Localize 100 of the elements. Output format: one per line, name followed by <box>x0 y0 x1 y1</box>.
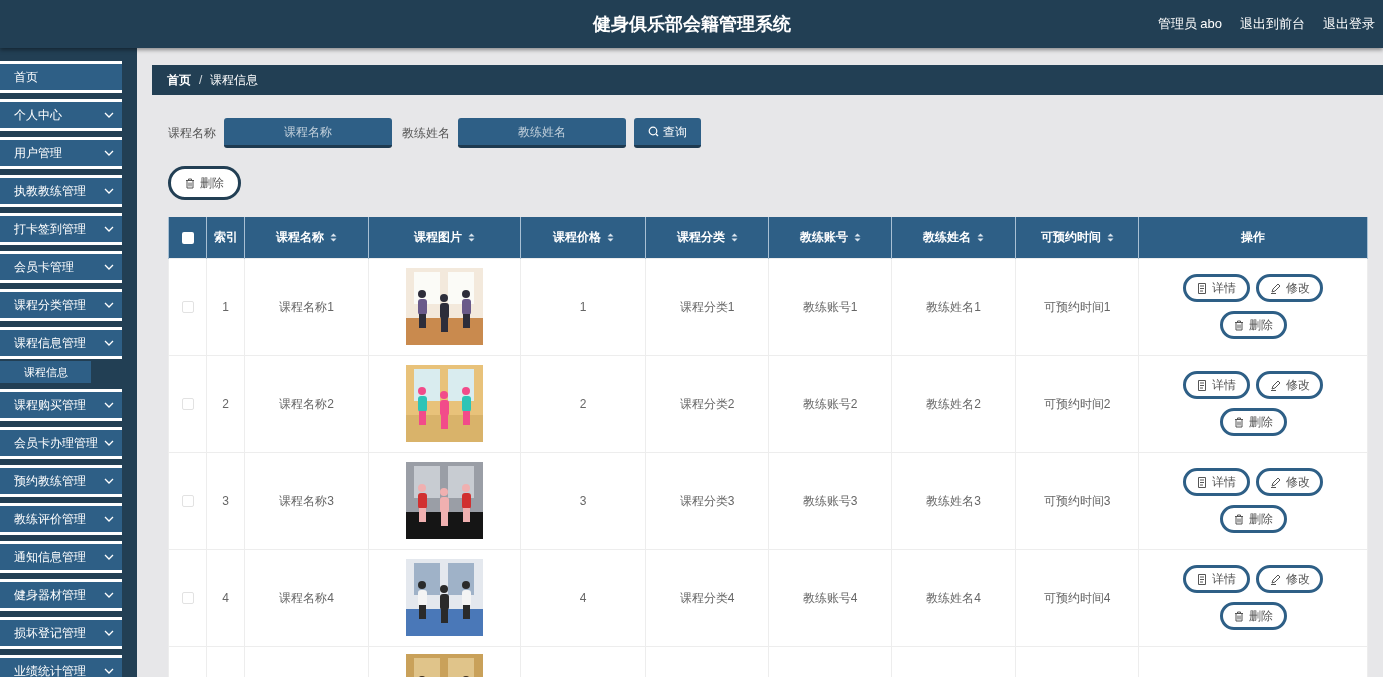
chevron-down-icon <box>104 516 114 522</box>
sidebar-item[interactable]: 执教教练管理 <box>0 175 122 207</box>
search-field[interactable]: 课程名称 <box>224 118 392 148</box>
sort-icon[interactable] <box>468 232 475 242</box>
sidebar-item[interactable]: 通知信息管理 <box>0 541 122 573</box>
table-cell: 课程分类3 <box>679 493 735 508</box>
column-header[interactable]: 课程图片 <box>414 228 462 247</box>
column-header[interactable]: 可预约时间 <box>1040 228 1101 247</box>
table-cell: 教练姓名3 <box>926 493 981 508</box>
checkbox[interactable] <box>181 592 194 605</box>
pencil-icon <box>1269 573 1281 585</box>
table-cell: 教练姓名1 <box>926 299 981 314</box>
sort-icon[interactable] <box>853 232 861 242</box>
document-icon <box>1197 282 1207 294</box>
search-field[interactable]: 教练姓名 <box>458 118 626 148</box>
sidebar-item[interactable]: 教练评价管理 <box>0 503 122 535</box>
chevron-down-icon <box>104 226 114 232</box>
sidebar-item[interactable]: 预约教练管理 <box>0 465 122 497</box>
table-cell: 课程分类1 <box>679 299 735 314</box>
edit-button[interactable]: 修改 <box>1256 274 1323 302</box>
table-cell: 课程分类2 <box>679 396 735 411</box>
table-cell: 教练账号2 <box>802 396 858 411</box>
edit-button[interactable]: 修改 <box>1256 565 1323 593</box>
table-cell: 教练账号1 <box>802 299 858 314</box>
table-cell: 1 <box>579 299 587 314</box>
chevron-down-icon <box>104 554 114 560</box>
table-cell: 可预约时间3 <box>1043 493 1111 508</box>
column-header[interactable]: 课程价格 <box>552 228 601 247</box>
column-header[interactable]: 教练账号 <box>799 228 848 247</box>
chevron-down-icon <box>104 592 114 598</box>
table-cell: 课程名称4 <box>279 590 334 605</box>
breadcrumb-link[interactable]: 首页 <box>167 71 191 89</box>
chevron-down-icon <box>104 188 114 194</box>
table-cell: 2 <box>222 396 229 411</box>
sort-icon[interactable] <box>730 232 738 242</box>
table-cell: 可预约时间4 <box>1043 590 1111 605</box>
edit-button[interactable]: 修改 <box>1256 468 1323 496</box>
pencil-icon <box>1269 379 1281 391</box>
delete-button[interactable]: 删除 <box>1219 602 1287 630</box>
detail-button[interactable]: 详情 <box>1183 274 1250 302</box>
sort-icon[interactable] <box>977 232 984 242</box>
table-cell: 可预约时间2 <box>1043 396 1111 411</box>
delete-button[interactable]: 删除 <box>1219 505 1287 533</box>
column-header: 索引 <box>213 229 238 247</box>
checkbox[interactable] <box>181 301 194 314</box>
trash-icon <box>1233 319 1244 331</box>
delete-button[interactable]: 删除 <box>1219 311 1287 339</box>
detail-button[interactable]: 详情 <box>1183 468 1250 496</box>
header-link[interactable]: 退出到前台 <box>1240 14 1305 34</box>
user-link[interactable]: 管理员 abo <box>1157 14 1222 34</box>
delete-button[interactable]: 删除 <box>168 166 241 200</box>
table-cell: 教练姓名4 <box>926 590 981 605</box>
sidebar-item[interactable]: 会员卡管理 <box>0 251 122 283</box>
search-icon <box>648 126 659 137</box>
chevron-down-icon <box>104 402 114 408</box>
sort-icon[interactable] <box>1106 232 1114 242</box>
chevron-down-icon <box>104 630 114 636</box>
document-icon <box>1197 573 1207 585</box>
table-cell: 3 <box>222 493 229 508</box>
detail-button[interactable]: 详情 <box>1183 371 1250 399</box>
sidebar-item[interactable]: 个人中心 <box>0 99 122 131</box>
trash-icon <box>1233 513 1244 525</box>
table-cell: 课程名称3 <box>279 493 334 508</box>
sidebar-item[interactable]: 损坏登记管理 <box>0 617 122 649</box>
table-cell: 可预约时间1 <box>1043 299 1111 314</box>
pencil-icon <box>1269 282 1281 294</box>
sidebar-item[interactable]: 打卡签到管理 <box>0 213 122 245</box>
sort-icon[interactable] <box>606 232 614 242</box>
sidebar-item[interactable]: 课程分类管理 <box>0 289 122 321</box>
sort-icon[interactable] <box>330 232 337 242</box>
document-icon <box>1197 379 1207 391</box>
trash-icon <box>1233 610 1244 622</box>
sidebar-item[interactable]: 课程信息管理 <box>0 327 122 359</box>
app-title: 健身俱乐部会籍管理系统 <box>592 12 791 36</box>
sidebar-subitem[interactable]: 课程信息 <box>0 361 91 383</box>
search-button[interactable]: 查询 <box>634 118 701 148</box>
column-header[interactable]: 教练姓名 <box>923 228 971 247</box>
sidebar-item[interactable]: 业绩统计管理 <box>0 655 122 677</box>
table-cell: 教练账号3 <box>802 493 858 508</box>
chevron-down-icon <box>104 302 114 308</box>
sidebar-item[interactable]: 首页 <box>0 61 122 93</box>
sidebar-item[interactable]: 会员卡办理管理 <box>0 427 122 459</box>
edit-button[interactable]: 修改 <box>1256 371 1323 399</box>
checkbox[interactable] <box>181 232 194 245</box>
checkbox[interactable] <box>181 398 194 411</box>
column-header: 操作 <box>1241 229 1265 247</box>
chevron-down-icon <box>104 264 114 270</box>
sidebar-item[interactable]: 用户管理 <box>0 137 122 169</box>
column-header[interactable]: 课程名称 <box>276 228 324 247</box>
delete-button[interactable]: 删除 <box>1219 408 1287 436</box>
chevron-down-icon <box>104 112 114 118</box>
sidebar-item[interactable]: 健身器材管理 <box>0 579 122 611</box>
table-cell: 教练姓名2 <box>926 396 981 411</box>
checkbox[interactable] <box>181 495 194 508</box>
sidebar-item[interactable]: 课程购买管理 <box>0 389 122 421</box>
chevron-down-icon <box>104 478 114 484</box>
header-link[interactable]: 退出登录 <box>1323 14 1375 34</box>
detail-button[interactable]: 详情 <box>1183 565 1250 593</box>
column-header[interactable]: 课程分类 <box>676 228 725 247</box>
table-cell: 3 <box>579 493 587 508</box>
